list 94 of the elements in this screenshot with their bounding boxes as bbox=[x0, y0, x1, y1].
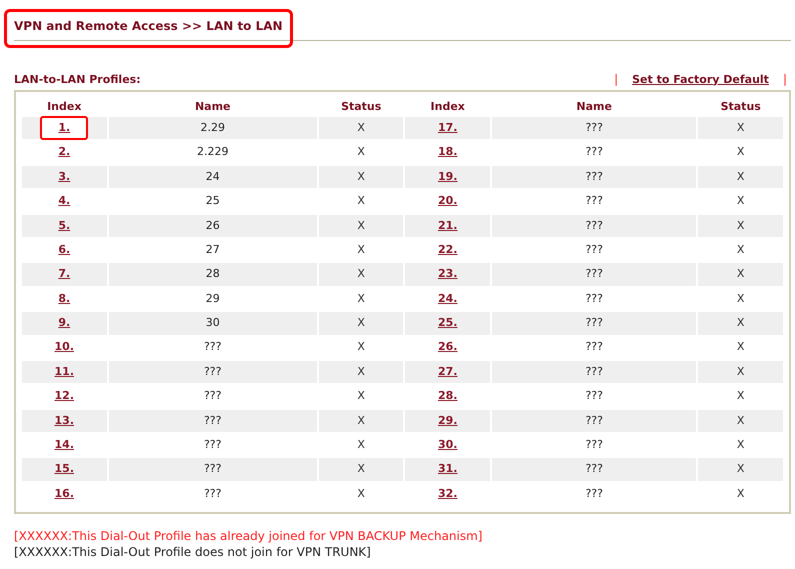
profile-name: ??? bbox=[585, 412, 603, 429]
profile-name: ??? bbox=[585, 168, 603, 185]
profile-index-link[interactable]: 28. bbox=[420, 384, 476, 409]
status-mark: X bbox=[736, 364, 744, 380]
status-mark: X bbox=[357, 120, 365, 136]
status-mark: X bbox=[357, 193, 365, 210]
status-mark: X bbox=[357, 315, 365, 332]
profile-index-link[interactable]: 24. bbox=[420, 286, 476, 312]
profile-name: ??? bbox=[585, 315, 603, 332]
status-mark: X bbox=[357, 144, 365, 160]
status-mark: X bbox=[357, 168, 365, 185]
profile-name: ??? bbox=[204, 339, 222, 356]
legend-note: [XXXXXX:This Dial-Out Profile does not join for VPN TRUNK] bbox=[14, 544, 372, 560]
status-mark: X bbox=[736, 315, 744, 332]
status-mark: X bbox=[357, 242, 365, 258]
factory-default-link[interactable]: Set to Factory Default bbox=[632, 72, 769, 88]
profile-name: ??? bbox=[204, 412, 222, 429]
profile-name: ??? bbox=[204, 486, 222, 502]
profile-index-link[interactable]: 8. bbox=[40, 286, 88, 312]
profile-name: ??? bbox=[585, 144, 603, 160]
profile-name: ??? bbox=[585, 242, 603, 258]
profile-index-link[interactable]: 18. bbox=[420, 140, 476, 165]
profile-name: ??? bbox=[204, 364, 222, 380]
status-mark: X bbox=[357, 218, 365, 234]
profile-name: ??? bbox=[204, 388, 222, 404]
profile-index-link[interactable]: 14. bbox=[36, 433, 92, 458]
status-mark: X bbox=[736, 193, 744, 210]
page-title: VPN and Remote Access >> LAN to LAN bbox=[4, 9, 293, 48]
separator: | bbox=[782, 71, 787, 88]
column-header: Status bbox=[341, 100, 382, 113]
profile-index-link[interactable]: 30. bbox=[420, 433, 476, 458]
legend-note: [XXXXXX:This Dial-Out Profile has already joined for VPN BACKUP Mechanism] bbox=[14, 528, 484, 544]
status-mark: X bbox=[357, 266, 365, 282]
profile-name: ??? bbox=[585, 364, 603, 380]
profile-name: ??? bbox=[585, 437, 603, 454]
profile-index-link[interactable]: 12. bbox=[36, 384, 92, 409]
profile-name: ??? bbox=[585, 388, 603, 404]
column-header: Name bbox=[576, 100, 612, 113]
profile-name: 2.229 bbox=[196, 144, 228, 160]
profile-name: ??? bbox=[585, 193, 603, 210]
profile-index-link[interactable]: 4. bbox=[40, 189, 88, 214]
status-mark: X bbox=[357, 461, 365, 478]
profile-name: 29 bbox=[206, 290, 220, 307]
status-mark: X bbox=[736, 168, 744, 185]
profile-name: 24 bbox=[206, 168, 220, 185]
column-header: Index bbox=[47, 100, 82, 113]
status-mark: X bbox=[736, 290, 744, 307]
profile-index-link[interactable]: 26. bbox=[420, 335, 476, 360]
profile-name: 2.29 bbox=[200, 120, 225, 136]
status-mark: X bbox=[736, 486, 744, 502]
status-mark: X bbox=[357, 437, 365, 454]
status-mark: X bbox=[736, 144, 744, 160]
profile-name: 25 bbox=[206, 193, 220, 210]
column-header: Name bbox=[194, 100, 230, 113]
status-mark: X bbox=[357, 290, 365, 307]
profile-index-link[interactable]: 22. bbox=[420, 238, 476, 262]
profile-name: ??? bbox=[204, 437, 222, 454]
status-mark: X bbox=[357, 364, 365, 380]
status-mark: X bbox=[736, 339, 744, 356]
profile-name: ??? bbox=[585, 218, 603, 234]
status-mark: X bbox=[357, 412, 365, 429]
profile-name: ??? bbox=[585, 339, 603, 356]
profile-index-link[interactable]: 1. bbox=[40, 116, 88, 140]
status-mark: X bbox=[357, 486, 365, 502]
profile-index-link[interactable]: 2. bbox=[40, 140, 88, 165]
profile-name: ??? bbox=[585, 290, 603, 307]
profile-name: 26 bbox=[206, 218, 220, 234]
profile-index-link[interactable]: 16. bbox=[36, 482, 92, 506]
profile-name: ??? bbox=[585, 461, 603, 478]
status-mark: X bbox=[736, 218, 744, 234]
column-header: Status bbox=[720, 100, 761, 113]
status-mark: X bbox=[736, 461, 744, 478]
separator: | bbox=[614, 71, 618, 88]
status-mark: X bbox=[736, 266, 744, 282]
profile-name: ??? bbox=[585, 486, 603, 502]
profile-name: ??? bbox=[585, 120, 603, 136]
status-mark: X bbox=[357, 388, 365, 404]
profile-index-link[interactable]: 20. bbox=[420, 189, 476, 214]
section-title: LAN-to-LAN Profiles: bbox=[14, 72, 141, 88]
profile-name: 27 bbox=[206, 242, 220, 258]
profile-index-link[interactable]: 6. bbox=[40, 238, 88, 262]
status-mark: X bbox=[736, 242, 744, 258]
status-mark: X bbox=[736, 437, 744, 454]
profile-index-link[interactable]: 10. bbox=[36, 335, 92, 360]
profile-name: 30 bbox=[206, 315, 220, 332]
status-mark: X bbox=[736, 412, 744, 429]
column-header: Index bbox=[430, 100, 465, 113]
profile-name: ??? bbox=[585, 266, 603, 282]
status-mark: X bbox=[357, 339, 365, 356]
profile-name: 28 bbox=[206, 266, 220, 282]
status-mark: X bbox=[736, 120, 744, 136]
profile-name: ??? bbox=[204, 461, 222, 478]
status-mark: X bbox=[736, 388, 744, 404]
profile-index-link[interactable]: 32. bbox=[420, 482, 476, 506]
